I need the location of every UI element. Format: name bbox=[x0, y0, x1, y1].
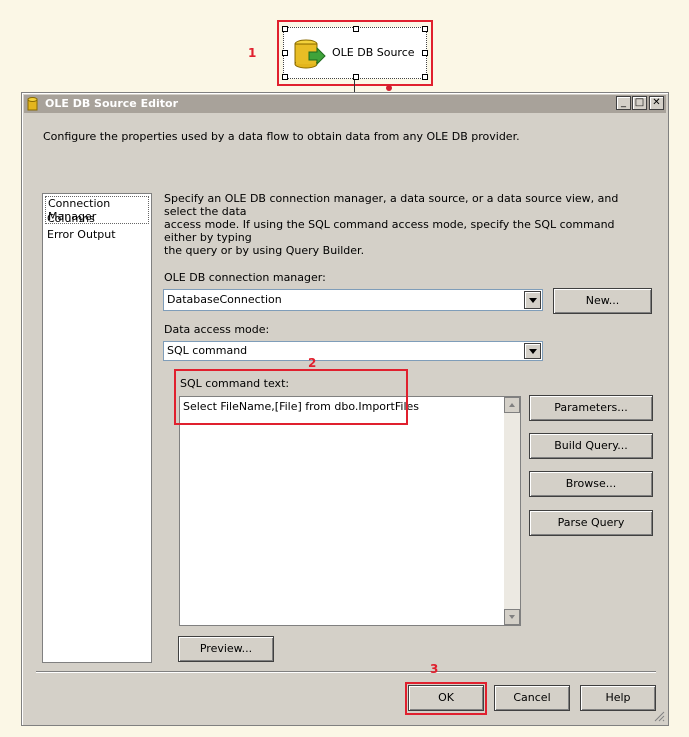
connector-line bbox=[354, 80, 355, 92]
ole-db-source-editor-dialog: OLE DB Source Editor _ □ ✕ Configure the… bbox=[21, 92, 669, 726]
component-label: OLE DB Source bbox=[332, 46, 415, 59]
separator bbox=[36, 671, 656, 673]
data-access-mode-label: Data access mode: bbox=[164, 323, 270, 336]
build-query-button[interactable]: Build Query... bbox=[529, 433, 653, 459]
dialog-title: OLE DB Source Editor bbox=[45, 97, 178, 110]
parameters-button[interactable]: Parameters... bbox=[529, 395, 653, 421]
minimize-button[interactable]: _ bbox=[616, 96, 631, 110]
resize-handle[interactable] bbox=[282, 74, 288, 80]
close-button[interactable]: ✕ bbox=[649, 96, 664, 110]
dropdown-arrow-icon[interactable] bbox=[524, 343, 541, 359]
help-line: Specify an OLE DB connection manager, a … bbox=[164, 192, 619, 218]
resize-handle[interactable] bbox=[422, 26, 428, 32]
nav-item-error-output[interactable]: Error Output bbox=[47, 228, 116, 241]
help-button[interactable]: Help bbox=[580, 685, 656, 711]
nav-list: Connection Manager Columns Error Output bbox=[42, 193, 152, 663]
connection-manager-label: OLE DB connection manager: bbox=[164, 271, 326, 284]
dialog-description: Configure the properties used by a data … bbox=[43, 130, 520, 143]
sql-scrollbar[interactable] bbox=[504, 397, 520, 625]
marker-2: 2 bbox=[308, 356, 317, 370]
help-text: Specify an OLE DB connection manager, a … bbox=[164, 192, 644, 257]
database-icon bbox=[27, 97, 38, 111]
new-button[interactable]: New... bbox=[553, 288, 652, 314]
title-bar[interactable]: OLE DB Source Editor _ □ ✕ bbox=[24, 95, 666, 113]
resize-handle[interactable] bbox=[422, 50, 428, 56]
nav-item-columns[interactable]: Columns bbox=[47, 212, 95, 225]
maximize-button[interactable]: □ bbox=[632, 96, 647, 110]
highlight-box-2 bbox=[174, 369, 408, 425]
help-line: the query or by using Query Builder. bbox=[164, 244, 365, 257]
preview-button[interactable]: Preview... bbox=[178, 636, 274, 662]
database-source-icon bbox=[294, 39, 326, 69]
parse-query-button[interactable]: Parse Query bbox=[529, 510, 653, 536]
scroll-down-button[interactable] bbox=[504, 609, 520, 625]
resize-handle[interactable] bbox=[353, 26, 359, 32]
resize-handle[interactable] bbox=[422, 74, 428, 80]
scroll-up-button[interactable] bbox=[504, 397, 520, 413]
connection-manager-combo[interactable]: DatabaseConnection bbox=[163, 289, 543, 311]
help-line: access mode. If using the SQL command ac… bbox=[164, 218, 615, 244]
marker-1: 1 bbox=[248, 46, 257, 60]
resize-grip-icon[interactable] bbox=[653, 710, 665, 722]
data-access-mode-combo[interactable]: SQL command bbox=[163, 341, 543, 361]
marker-3: 3 bbox=[430, 662, 439, 676]
connection-manager-value: DatabaseConnection bbox=[167, 293, 282, 306]
resize-handle[interactable] bbox=[282, 50, 288, 56]
dropdown-arrow-icon[interactable] bbox=[524, 291, 541, 309]
sql-command-textarea[interactable]: Select FileName,[File] from dbo.ImportFi… bbox=[179, 396, 521, 626]
cancel-button[interactable]: Cancel bbox=[494, 685, 570, 711]
ole-db-source-component[interactable]: OLE DB Source bbox=[282, 26, 428, 80]
ok-button[interactable]: OK bbox=[408, 685, 484, 711]
output-connector[interactable] bbox=[386, 85, 392, 91]
resize-handle[interactable] bbox=[282, 26, 288, 32]
data-access-mode-value: SQL command bbox=[167, 344, 248, 357]
browse-button[interactable]: Browse... bbox=[529, 471, 653, 497]
